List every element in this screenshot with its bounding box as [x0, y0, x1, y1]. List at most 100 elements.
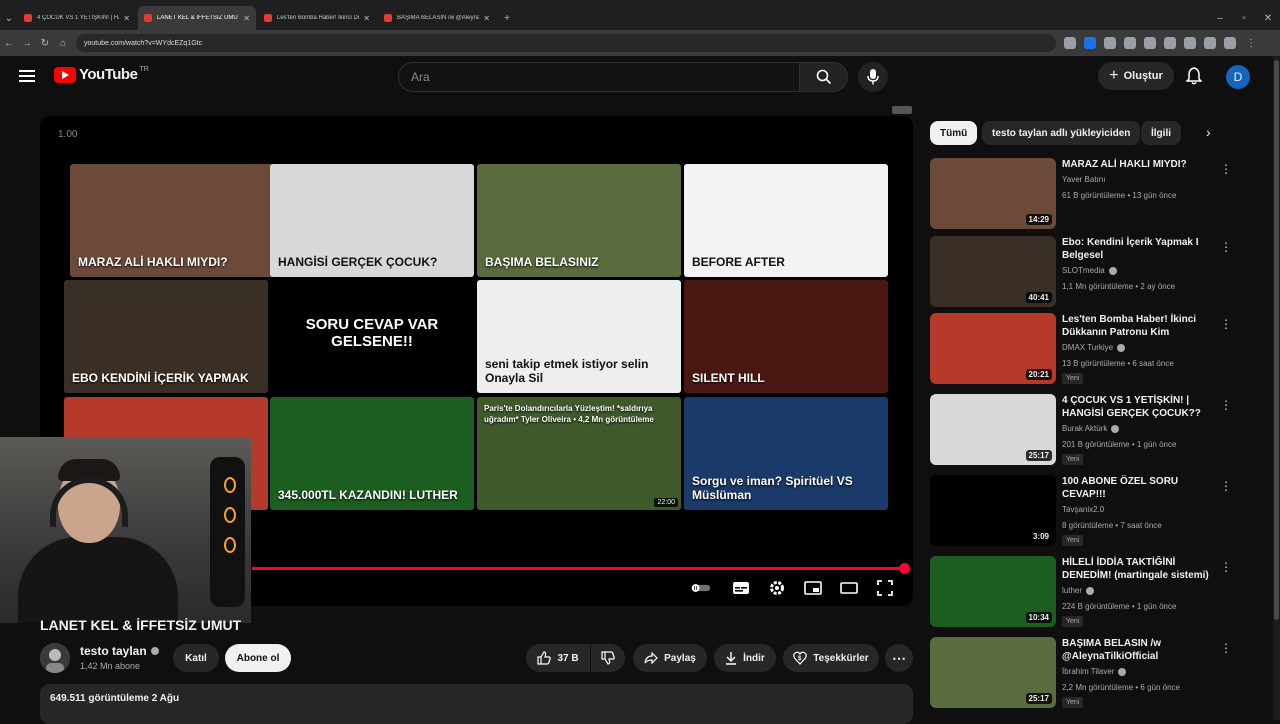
subtitles-button[interactable] — [731, 579, 751, 597]
forward-icon[interactable]: → — [18, 38, 36, 49]
end-screen-video-12[interactable]: Sorgu ve iman? Spiritüel VS Müslüman — [684, 397, 888, 510]
create-button[interactable]: + Oluştur — [1098, 62, 1174, 90]
notifications-button[interactable] — [1185, 67, 1203, 90]
end-screen-video-10[interactable]: 345.000TL KAZANDIN! LUTHER — [270, 397, 474, 510]
recommended-video[interactable]: 14:29 MARAZ ALİ HAKLI MIYDI? Yaver Batını 6… — [930, 158, 1270, 233]
channel-name[interactable]: Burak Aktürk — [1062, 424, 1120, 433]
extension-icon[interactable] — [1184, 37, 1196, 49]
browser-tab-3[interactable]: Les'ten Bomba Haber! İkinci Dü ✕ — [258, 6, 376, 30]
search-input[interactable]: Ara — [398, 62, 800, 92]
video-title[interactable]: HİLELİ İDDİA TAKTİĞİNİ DENEDİM! (marting… — [1062, 556, 1212, 582]
recommended-video[interactable]: 10:34 HİLELİ İDDİA TAKTİĞİNİ DENEDİM! (ma… — [930, 556, 1270, 631]
extension-icon[interactable] — [1144, 37, 1156, 49]
video-title[interactable]: 4 ÇOCUK VS 1 YETİŞKİN! | HANGİSİ GERÇEK … — [1062, 394, 1212, 420]
chips-next-arrow-icon[interactable]: › — [1206, 124, 1211, 140]
channel-name[interactable]: Yaver Batını — [1062, 175, 1105, 184]
hamburger-menu-icon[interactable] — [19, 70, 35, 82]
video-thumbnail[interactable]: 10:34 — [930, 556, 1056, 627]
description-box[interactable]: 649.511 görüntüleme 2 Ağu — [40, 684, 913, 724]
video-title[interactable]: Les'ten Bomba Haber! İkinci Dükkanın Pat… — [1062, 313, 1212, 339]
close-tab-icon[interactable]: ✕ — [243, 14, 250, 23]
channel-name[interactable]: SLOTmedia — [1062, 266, 1117, 275]
recommended-video[interactable]: 3:09 100 ABONE ÖZEL SORU CEVAP!!! Tavşanix… — [930, 475, 1270, 550]
recommended-video[interactable]: 20:21 Les'ten Bomba Haber! İkinci Dükkanı… — [930, 313, 1270, 388]
channel-name[interactable]: DMAX Turkiye — [1062, 343, 1126, 352]
close-tab-icon[interactable]: ✕ — [363, 14, 370, 23]
end-screen-video-5[interactable]: EBO KENDİNİ İÇERİK YAPMAK — [64, 280, 268, 393]
more-vertical-icon[interactable]: ⋮ — [1220, 479, 1232, 493]
channel-name[interactable]: testo taylan — [80, 644, 159, 658]
more-vertical-icon[interactable]: ⋮ — [1220, 240, 1232, 254]
maximize-icon[interactable]: ▫ — [1232, 13, 1256, 24]
video-title[interactable]: 100 ABONE ÖZEL SORU CEVAP!!! — [1062, 475, 1212, 501]
browser-tab-2[interactable]: LANET KEL & İFFETSİZ UMUT - ✕ — [138, 6, 256, 30]
close-tab-icon[interactable]: ✕ — [123, 14, 130, 23]
video-title[interactable]: Ebo: Kendini İçerik Yapmak I Belgesel — [1062, 236, 1212, 262]
video-title[interactable]: MARAZ ALİ HAKLI MIYDI? — [1062, 158, 1212, 171]
end-screen-video-6[interactable]: SORU CEVAP VAR GELSENE!! — [270, 280, 474, 393]
progress-bar[interactable] — [252, 567, 906, 570]
more-vertical-icon[interactable]: ⋮ — [1220, 162, 1232, 176]
more-actions-button[interactable]: ⋯ — [885, 644, 913, 672]
end-screen-video-7[interactable]: seni takip etmek istiyor selin Onayla Si… — [477, 280, 681, 393]
video-thumbnail[interactable]: 40:41 — [930, 236, 1056, 307]
close-tab-icon[interactable]: ✕ — [483, 14, 490, 23]
extension-icon[interactable] — [1164, 37, 1176, 49]
share-button[interactable]: Paylaş — [633, 644, 707, 672]
subscribe-button[interactable]: Abone ol — [225, 644, 291, 672]
end-screen-video-8[interactable]: SILENT HILL — [684, 280, 888, 393]
channel-name[interactable]: Tavşanix2.0 — [1062, 505, 1104, 514]
end-screen-video-1[interactable]: MARAZ ALİ HAKLI MIYDI? — [70, 164, 274, 277]
progress-scrubber[interactable] — [899, 563, 910, 574]
channel-name[interactable]: luther — [1062, 586, 1095, 595]
search-button[interactable] — [800, 62, 848, 92]
end-screen-video-11[interactable]: Paris'te Dolandırıcılarla Yüzleştim! *sa… — [477, 397, 681, 510]
youtube-logo[interactable]: YouTube TR — [54, 66, 149, 83]
minimize-icon[interactable]: – — [1208, 13, 1232, 24]
extension-icon[interactable] — [1104, 37, 1116, 49]
extension-icon[interactable] — [1124, 37, 1136, 49]
settings-button[interactable] — [767, 579, 787, 597]
video-thumbnail[interactable]: 25:17 — [930, 394, 1056, 465]
autoplay-toggle[interactable] — [691, 579, 711, 597]
channel-avatar[interactable] — [40, 643, 70, 673]
video-thumbnail[interactable]: 25:17 — [930, 637, 1056, 708]
extension-icon[interactable] — [1084, 37, 1096, 49]
download-button[interactable]: İndir — [714, 644, 776, 672]
scrollbar-thumb[interactable] — [1274, 60, 1279, 620]
voice-search-button[interactable] — [858, 62, 888, 92]
reload-icon[interactable]: ↻ — [36, 38, 54, 49]
browser-tab-1[interactable]: 4 ÇOCUK VS 1 YETİŞKİN! | HAN ✕ — [18, 6, 136, 30]
end-screen-video-4[interactable]: BEFORE AFTER — [684, 164, 888, 277]
browser-tab-4[interactable]: BAŞIMA BELASIN /w @Aleyna ✕ — [378, 6, 496, 30]
account-avatar[interactable]: D — [1226, 65, 1250, 89]
dislike-button[interactable] — [591, 644, 625, 672]
home-icon[interactable]: ⌂ — [54, 38, 72, 49]
like-button[interactable]: 37 B — [526, 644, 590, 672]
back-icon[interactable]: ← — [0, 38, 18, 49]
chip-all[interactable]: Tümü — [930, 121, 978, 145]
new-tab-icon[interactable]: + — [498, 13, 516, 24]
theater-mode-button[interactable] — [839, 579, 859, 597]
more-vertical-icon[interactable]: ⋮ — [1220, 560, 1232, 574]
extension-icon[interactable] — [1064, 37, 1076, 49]
end-screen-video-3[interactable]: BAŞIMA BELASINIZ — [477, 164, 681, 277]
chip-from-uploader[interactable]: testo taylan adlı yükleyiciden — [982, 121, 1141, 145]
more-vertical-icon[interactable]: ⋮ — [1220, 398, 1232, 412]
recommended-video[interactable]: 25:17 BAŞIMA BELASIN /w @AleynaTilkiOffic… — [930, 637, 1270, 712]
tab-list-icon[interactable]: ⌄ — [0, 13, 18, 24]
extension-icon[interactable] — [1204, 37, 1216, 49]
more-vertical-icon[interactable]: ⋮ — [1220, 641, 1232, 655]
join-button[interactable]: Katıl — [173, 644, 219, 672]
fullscreen-button[interactable] — [875, 579, 895, 597]
close-window-icon[interactable]: ✕ — [1256, 13, 1280, 24]
thanks-button[interactable]: $ Teşekkürler — [783, 644, 879, 672]
more-vertical-icon[interactable]: ⋮ — [1220, 317, 1232, 331]
recommended-video[interactable]: 40:41 Ebo: Kendini İçerik Yapmak I Belges… — [930, 236, 1270, 311]
video-title[interactable]: BAŞIMA BELASIN /w @AleynaTilkiOfficial — [1062, 637, 1212, 663]
video-thumbnail[interactable]: 3:09 — [930, 475, 1056, 546]
recommended-video[interactable]: 25:17 4 ÇOCUK VS 1 YETİŞKİN! | HANGİSİ GE… — [930, 394, 1270, 469]
video-thumbnail[interactable]: 14:29 — [930, 158, 1056, 229]
end-screen-video-2[interactable]: HANGİSİ GERÇEK ÇOCUK? — [270, 164, 474, 277]
channel-name[interactable]: İbrahim Tilaver — [1062, 667, 1127, 676]
